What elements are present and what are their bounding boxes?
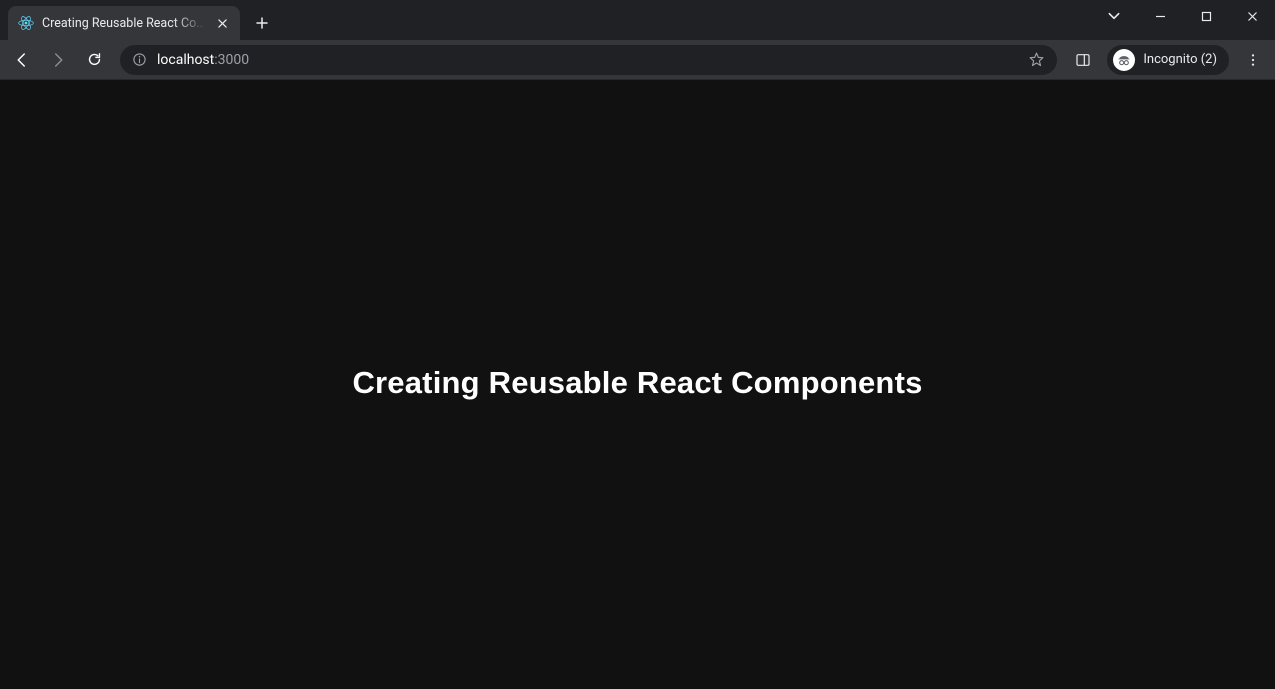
browser-tab[interactable]: Creating Reusable React Components [8,6,240,40]
bookmark-star-icon[interactable] [1028,51,1045,68]
url-host: localhost [157,52,214,68]
side-panel-button[interactable] [1067,44,1099,76]
reload-button[interactable] [78,44,110,76]
page-viewport: Creating Reusable React Components [0,80,1275,689]
back-button[interactable] [6,44,38,76]
maximize-button[interactable] [1183,0,1229,32]
url-port: :3000 [214,52,249,68]
incognito-icon [1113,49,1135,71]
incognito-indicator[interactable]: Incognito (2) [1107,45,1229,75]
titlebar: Creating Reusable React Components [0,0,1275,40]
tab-title: Creating Reusable React Components [42,16,206,31]
window-controls [1097,0,1275,40]
toolbar: localhost:3000 Incognito (2) [0,40,1275,80]
tab-strip: Creating Reusable React Components [8,0,276,40]
new-tab-button[interactable] [248,9,276,37]
incognito-label: Incognito (2) [1143,52,1217,67]
forward-button[interactable] [42,44,74,76]
page-heading: Creating Reusable React Components [352,365,922,401]
minimize-button[interactable] [1137,0,1183,32]
site-info-icon[interactable] [132,52,147,67]
url-text: localhost:3000 [157,52,1018,68]
chrome-menu-button[interactable] [1237,44,1269,76]
react-favicon [18,15,34,31]
address-bar[interactable]: localhost:3000 [120,45,1057,75]
search-tabs-button[interactable] [1097,0,1131,32]
close-window-button[interactable] [1229,0,1275,32]
close-tab-button[interactable] [214,15,230,31]
